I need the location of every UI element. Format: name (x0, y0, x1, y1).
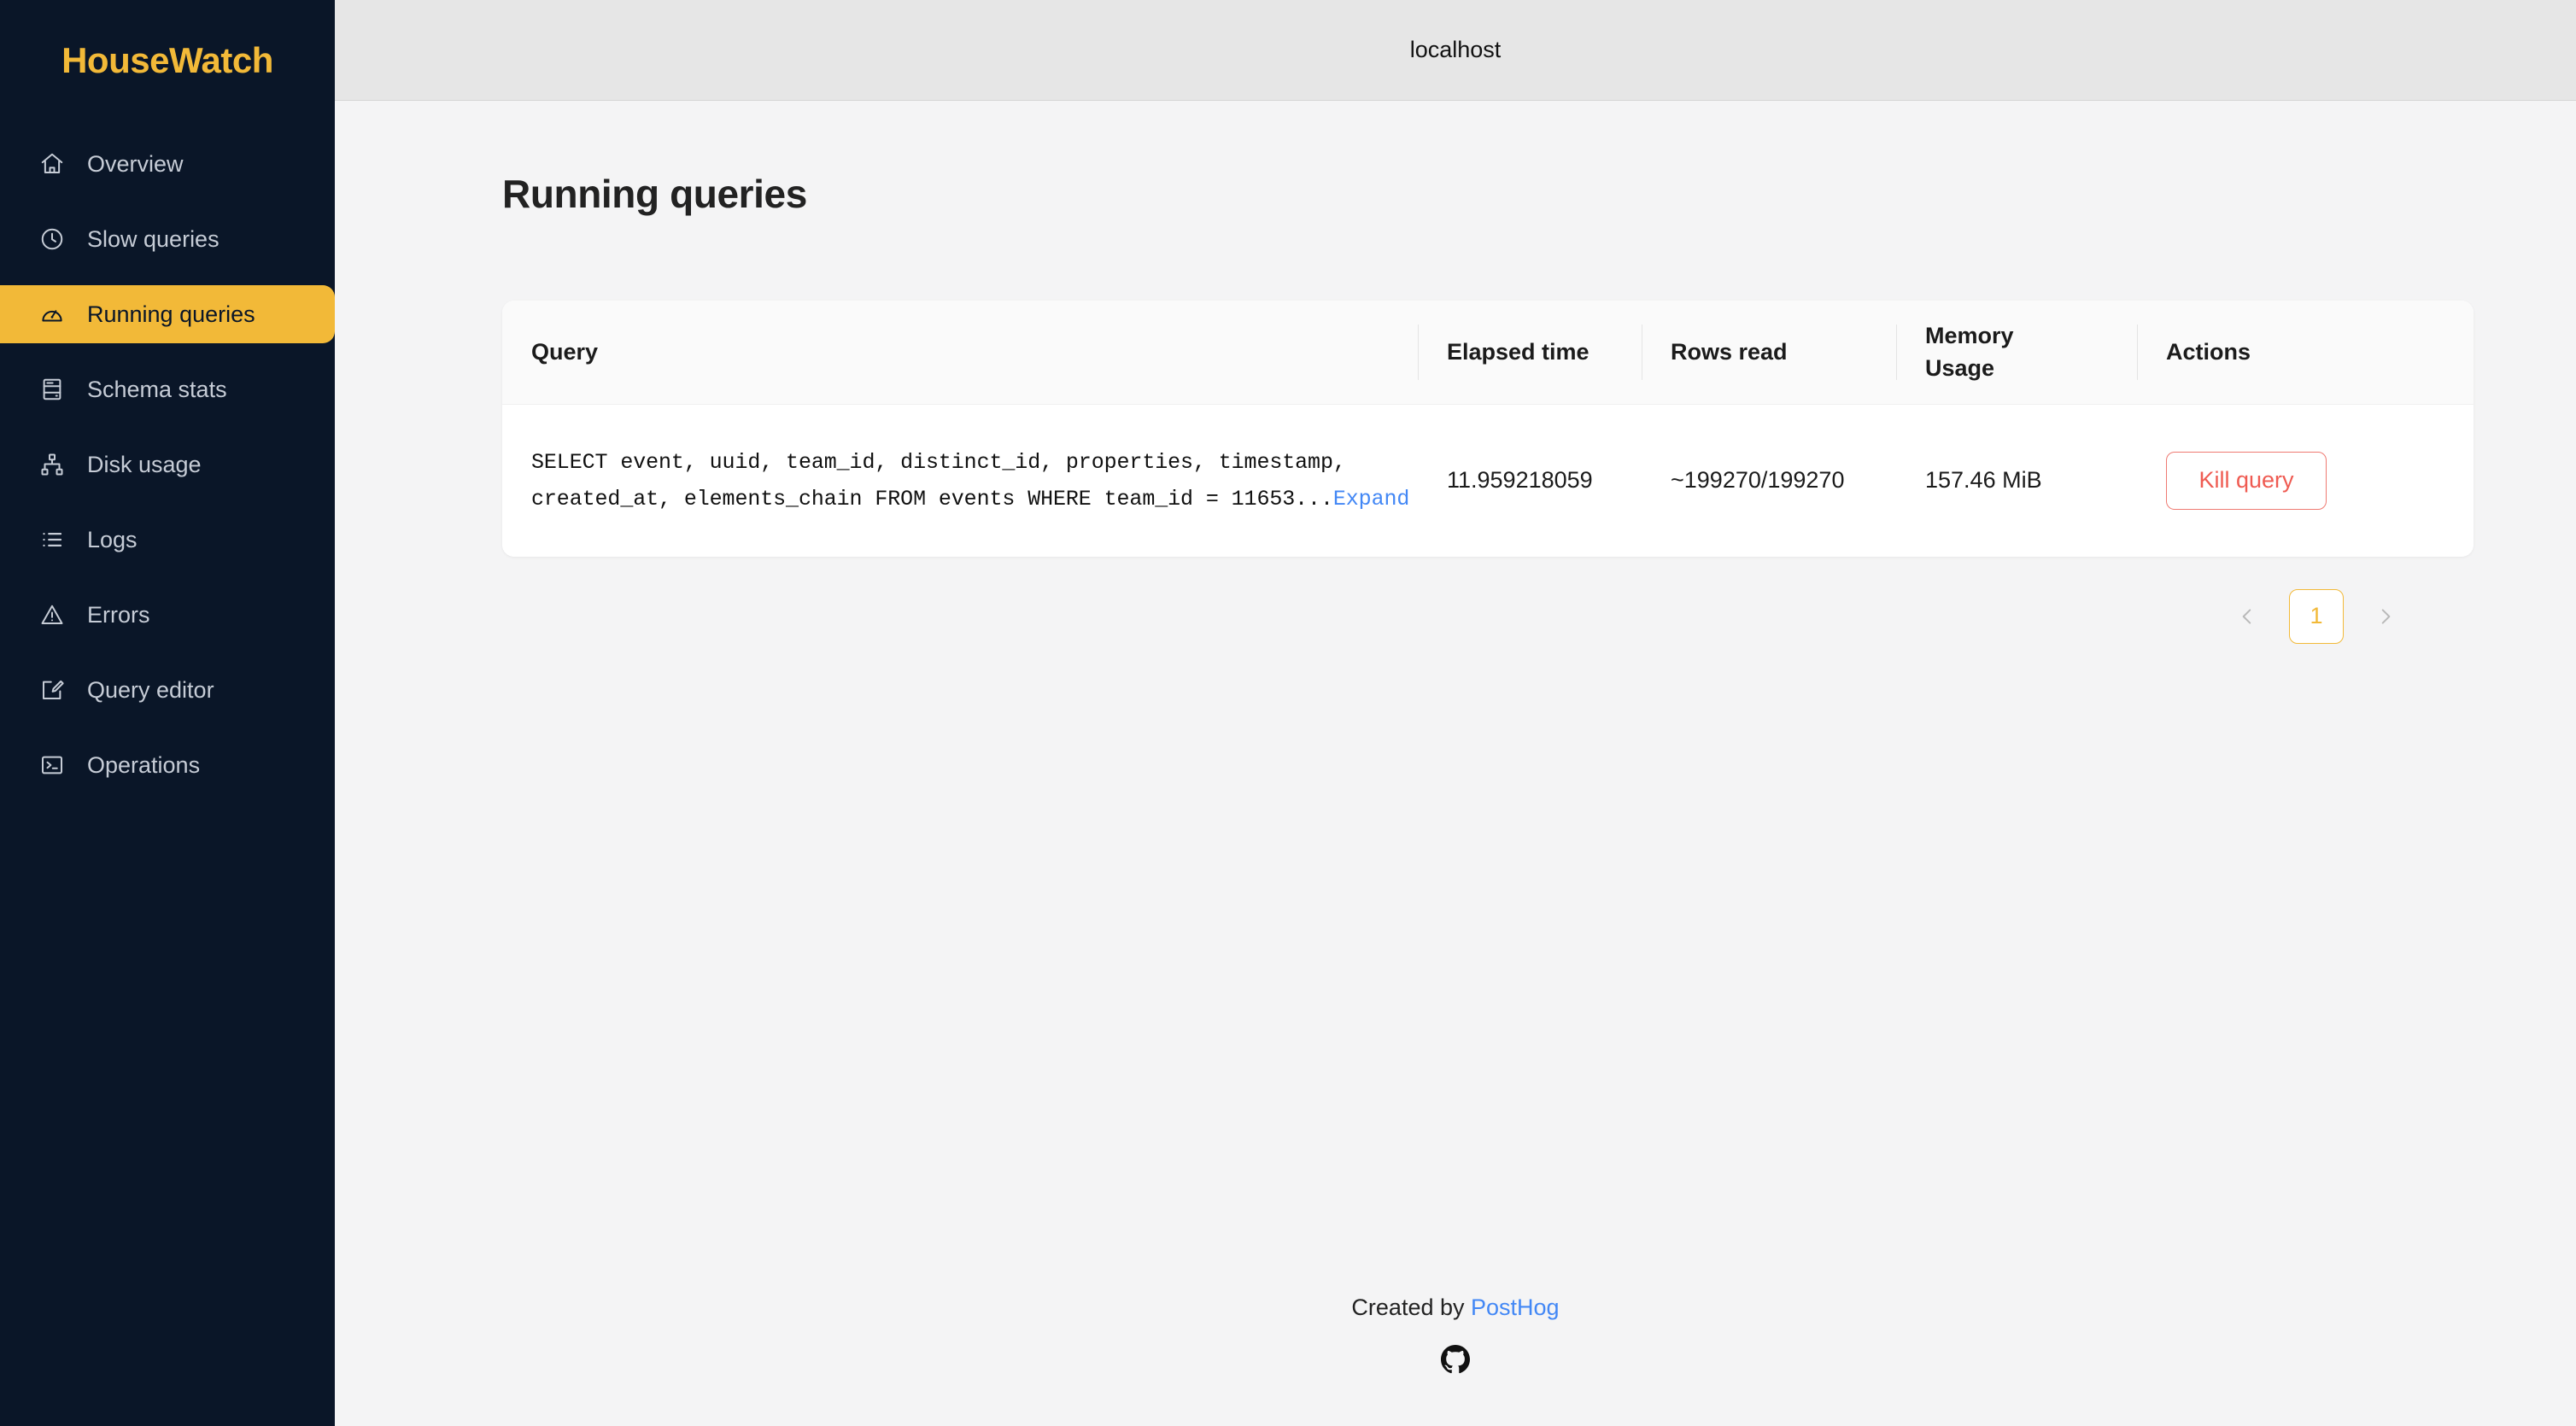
pagination: 1 (502, 588, 2474, 644)
sidebar-item-label: Schema stats (87, 376, 227, 402)
table-body: SELECT event, uuid, team_id, distinct_id… (502, 404, 2474, 557)
clock-icon (39, 226, 65, 252)
posthog-link[interactable]: PostHog (1471, 1295, 1560, 1320)
memory-header-line2: Usage (1925, 355, 1995, 382)
column-header-actions: Actions (2137, 301, 2474, 404)
footer-credit-prefix: Created by (1351, 1295, 1471, 1320)
sidebar-item-label: Running queries (87, 301, 255, 327)
query-text-line2: created_at, elements_chain FROM events W… (531, 486, 1333, 511)
sidebar-item-disk-usage[interactable]: Disk usage (0, 435, 335, 494)
sidebar-item-operations[interactable]: Operations (0, 736, 335, 794)
cell-elapsed-time: 11.959218059 (1447, 467, 1593, 494)
sidebar-item-query-editor[interactable]: Query editor (0, 661, 335, 719)
chevron-right-icon (2381, 609, 2391, 624)
query-text-line1: SELECT event, uuid, team_id, distinct_id… (531, 449, 1346, 475)
cell-rows-read: ~199270/199270 (1671, 467, 1845, 494)
chevron-left-icon (2242, 609, 2251, 624)
sidebar-item-label: Errors (87, 601, 150, 628)
sidebar-item-label: Disk usage (87, 451, 202, 477)
column-header-elapsed-time: Elapsed time (1418, 301, 1642, 404)
expand-link[interactable]: Expand (1333, 487, 1410, 511)
sidebar-item-errors[interactable]: Errors (0, 586, 335, 644)
home-icon (39, 151, 65, 177)
sidebar-item-label: Query editor (87, 676, 214, 703)
table-row: SELECT event, uuid, team_id, distinct_id… (502, 405, 2474, 557)
column-header-query: Query (531, 338, 599, 365)
table-header-row: Query Elapsed time Rows read Memory Usag… (502, 301, 2474, 405)
app-logo: HouseWatch (61, 40, 273, 80)
page-title: Running queries (502, 172, 807, 216)
cell-memory-usage: 157.46 MiB (1925, 467, 2042, 494)
sidebar-item-running-queries[interactable]: Running queries (0, 285, 335, 343)
host-label: localhost (1409, 37, 1502, 62)
sidebar-item-label: Operations (87, 751, 201, 778)
running-queries-table: Query Elapsed time Rows read Memory Usag… (502, 301, 2474, 557)
sidebar-item-overview[interactable]: Overview (0, 135, 335, 193)
sidebar-item-label: Slow queries (87, 225, 220, 252)
main-area: localhost Running queries Query Elapsed … (335, 0, 2576, 1426)
terminal-icon (39, 752, 65, 778)
github-icon[interactable] (1441, 1345, 1470, 1378)
kill-query-button[interactable]: Kill query (2166, 451, 2327, 510)
sidebar-nav: Overview Slow queries Running queries Sc… (0, 135, 335, 794)
page-content: Running queries Query Elapsed time Rows … (335, 101, 2576, 1426)
sidebar-item-label: Overview (87, 150, 184, 177)
footer: Created by PostHog (335, 1295, 2576, 1378)
sitemap-icon (39, 452, 65, 477)
pagination-prev-button[interactable] (2221, 590, 2274, 643)
list-icon (39, 527, 65, 552)
cell-query: SELECT event, uuid, team_id, distinct_id… (502, 444, 1418, 517)
column-header-rows-read: Rows read (1642, 301, 1896, 404)
sidebar-item-slow-queries[interactable]: Slow queries (0, 210, 335, 268)
query-text-line2-wrap: created_at, elements_chain FROM events W… (531, 481, 1418, 517)
column-header-memory-usage: Memory Usage (1896, 301, 2137, 404)
warning-icon (39, 602, 65, 628)
cell-actions: Kill query (2137, 451, 2474, 510)
server-icon (39, 377, 65, 402)
pagination-next-button[interactable] (2359, 590, 2412, 643)
edit-icon (39, 677, 65, 703)
memory-header-line1: Memory (1925, 323, 2014, 348)
footer-credit: Created by PostHog (1351, 1295, 1559, 1321)
sidebar: HouseWatch Overview Slow queries Running… (0, 0, 335, 1426)
gauge-icon (39, 301, 65, 327)
sidebar-item-label: Logs (87, 526, 138, 552)
sidebar-item-schema-stats[interactable]: Schema stats (0, 360, 335, 418)
topbar: localhost (335, 0, 2576, 101)
pagination-page-1[interactable]: 1 (2289, 588, 2344, 644)
sidebar-item-logs[interactable]: Logs (0, 511, 335, 569)
